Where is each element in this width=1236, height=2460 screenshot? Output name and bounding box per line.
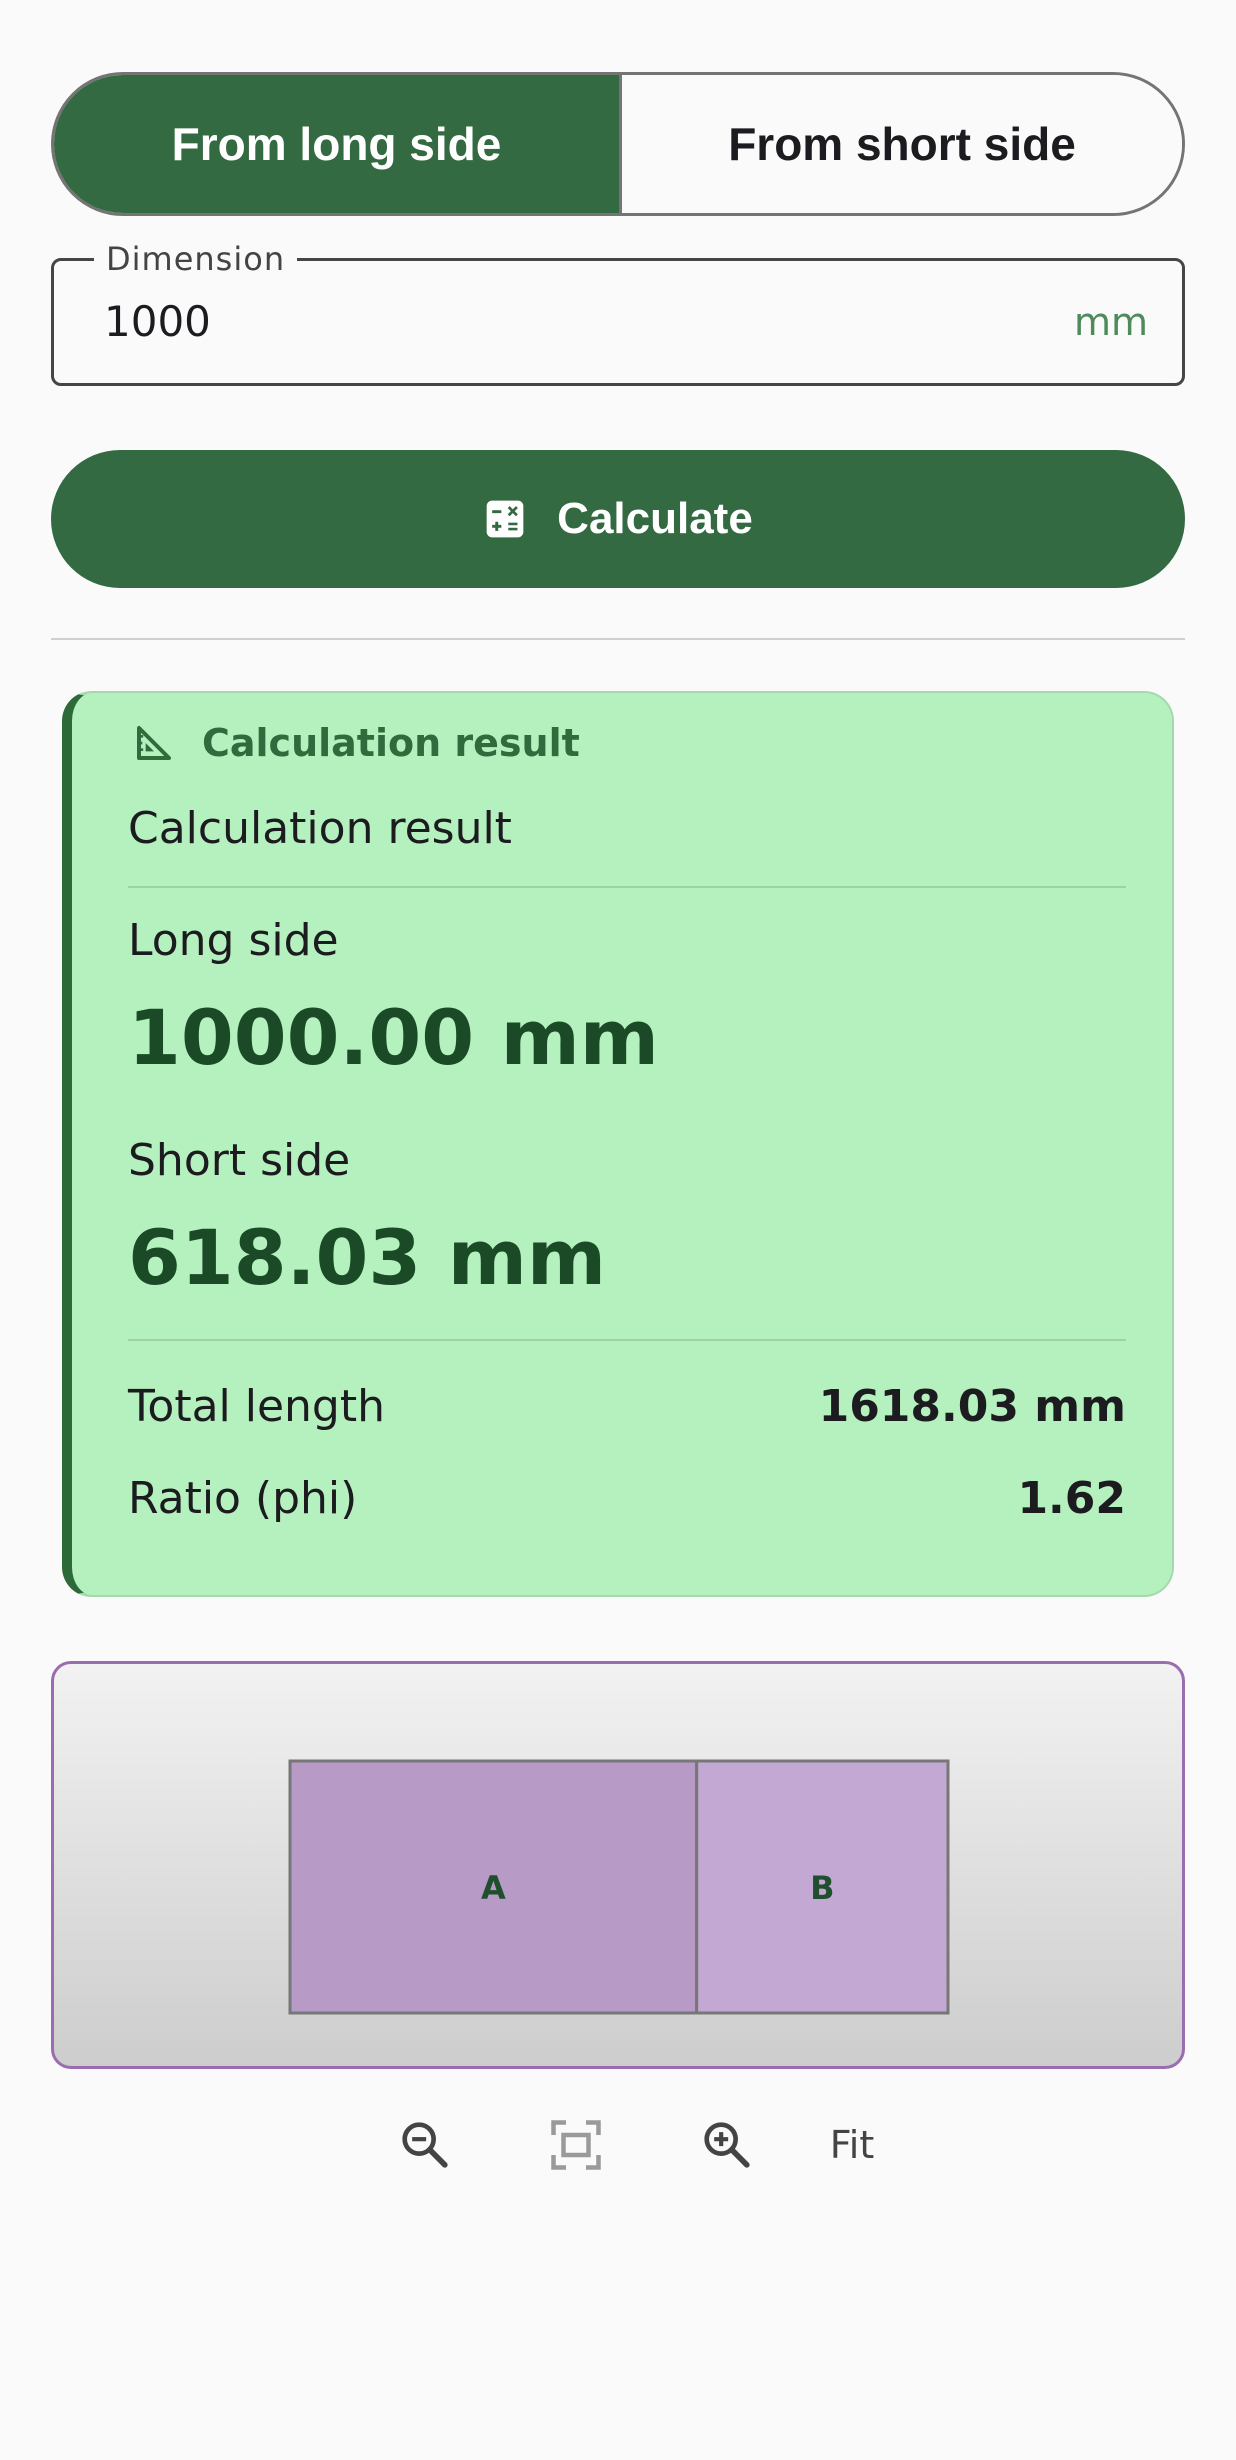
fit-screen-button[interactable] (541, 2110, 611, 2180)
card-divider (128, 1339, 1126, 1341)
short-side-value: 618.03 mm (128, 1213, 607, 1302)
calculate-label: Calculate (557, 494, 753, 543)
zoom-out-button[interactable] (390, 2110, 460, 2180)
fit-label[interactable]: Fit (812, 2110, 892, 2180)
golden-ratio-visualization[interactable]: AB (51, 1661, 1185, 2069)
card-divider (128, 886, 1126, 888)
dimension-input[interactable]: 1000 (104, 261, 211, 383)
calculate-button[interactable]: Calculate (51, 450, 1185, 588)
segment-label-a: A (481, 1869, 506, 1907)
result-card: Calculation result Calculation result Lo… (62, 691, 1174, 1597)
fit-label-text: Fit (829, 2123, 875, 2167)
total-length-value: 1618.03 mm (818, 1381, 1126, 1432)
dimension-unit: mm (1073, 300, 1148, 344)
zoom-controls: Fit (0, 2110, 1236, 2180)
long-side-value: 1000.00 mm (128, 993, 659, 1082)
ratio-value: 1.62 (1017, 1473, 1126, 1524)
result-subtitle: Calculation result (128, 803, 512, 854)
zoom-in-icon (704, 2122, 750, 2168)
mode-toggle: From long side From short side (51, 72, 1185, 216)
total-length-label: Total length (128, 1381, 385, 1432)
set-square-icon (137, 726, 171, 760)
result-card-title: Calculation result (202, 721, 580, 765)
from-short-side-button[interactable]: From short side (622, 75, 1182, 213)
ratio-row: Ratio (phi) 1.62 (128, 1473, 1126, 1524)
section-divider (51, 638, 1185, 640)
segment-label-b: B (810, 1869, 834, 1907)
result-card-header: Calculation result (134, 721, 580, 765)
from-long-side-button[interactable]: From long side (54, 75, 622, 213)
fit-screen-icon (551, 2120, 601, 2170)
zoom-in-button[interactable] (692, 2110, 762, 2180)
calculator-icon (486, 500, 524, 538)
zoom-out-icon (402, 2122, 448, 2168)
long-side-label: Long side (128, 915, 339, 966)
ratio-label: Ratio (phi) (128, 1473, 358, 1524)
total-length-row: Total length 1618.03 mm (128, 1381, 1126, 1432)
dimension-field[interactable]: Dimension 1000 mm (51, 239, 1185, 386)
segments-diagram: AB (288, 1759, 950, 2015)
short-side-label: Short side (128, 1135, 351, 1186)
